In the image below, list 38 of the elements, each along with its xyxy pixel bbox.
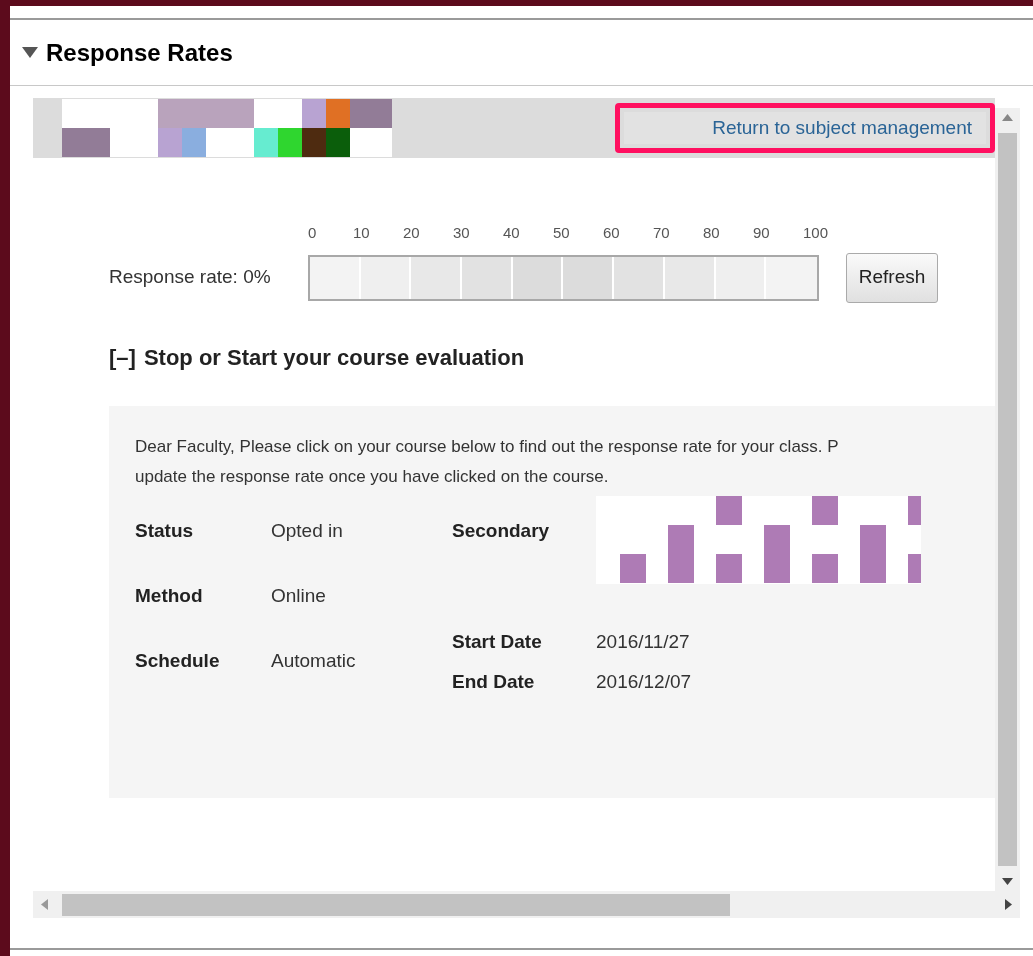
scale-tick-label: 80 (703, 223, 721, 243)
left-arrow-icon[interactable] (41, 899, 48, 910)
scrollbar-thumb[interactable] (998, 133, 1017, 866)
field-value: Online (271, 583, 326, 608)
up-arrow-icon[interactable] (1002, 114, 1013, 121)
scale-tick-label: 0 (308, 223, 318, 243)
section-heading: Stop or Start your course evaluation (143, 343, 525, 372)
triangle-icon[interactable] (22, 46, 38, 59)
field-label: Method (135, 583, 204, 608)
horizontal-scrollbar[interactable] (33, 891, 1020, 918)
field-value: 2016/11/27 (596, 629, 690, 654)
field-label: End Date (452, 669, 536, 694)
scale-tick-label: 20 (403, 223, 421, 243)
scale-tick-label: 10 (353, 223, 371, 243)
field-value: Opted in (271, 518, 343, 543)
field-label: Status (135, 518, 195, 543)
down-arrow-icon[interactable] (1002, 878, 1013, 885)
scrollbar-thumb[interactable] (62, 893, 730, 916)
vertical-scrollbar[interactable] (995, 108, 1020, 891)
scale-tick-label: 60 (603, 223, 621, 243)
collapse-toggle[interactable]: [–] (109, 340, 136, 374)
return-button[interactable]: Return to subject management (624, 112, 986, 144)
field-label: Start Date (452, 629, 543, 654)
scale-tick-label: 100 (803, 223, 830, 243)
scale-tick-label: 40 (503, 223, 521, 243)
scale-tick-label: 30 (453, 223, 471, 243)
scale-tick-label: 50 (553, 223, 571, 243)
field-value: 2016/12/07 (596, 669, 692, 694)
refresh-button[interactable]: Refresh (846, 252, 938, 303)
field-value: Automatic (271, 648, 356, 673)
right-arrow-icon[interactable] (1005, 899, 1012, 910)
instructions-text: Dear Faculty, Please click on your course below to find out the response rate for your class. P update the response rate once you have clicked on the course. (135, 435, 840, 488)
section-title: Response Rates (46, 37, 233, 68)
field-label: Secondary (452, 518, 551, 543)
scale-tick-label: 90 (753, 223, 771, 243)
field-label: Schedule (135, 648, 221, 673)
response-rate-label: Response rate: 0% (109, 265, 272, 290)
scale-tick-label: 70 (653, 223, 671, 243)
